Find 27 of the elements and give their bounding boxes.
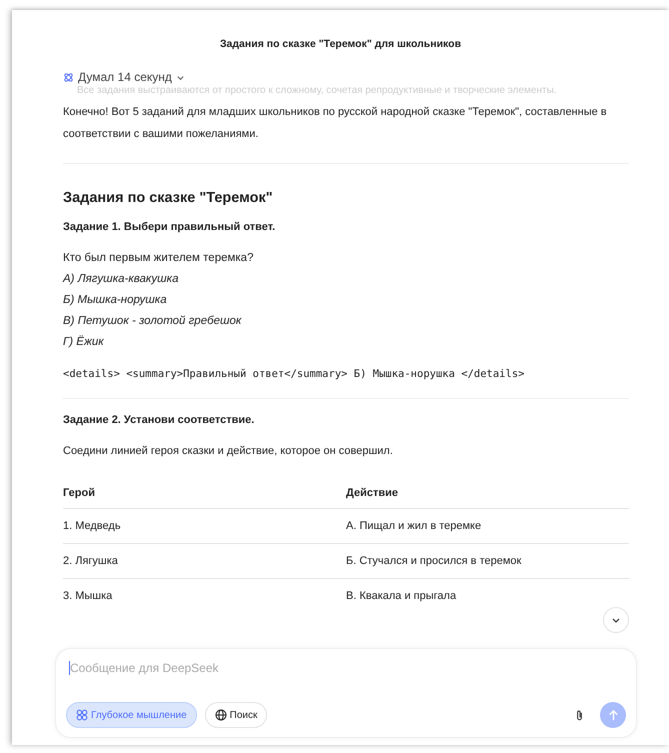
answer-option: В) Петушок - золотой гребешок: [63, 311, 629, 332]
instruction-text: Соедини линией героя сказки и действие, которое он совершил.: [63, 444, 394, 459]
table-cell: 3. Мышка: [63, 578, 346, 613]
intro-text: Конечно! Вот 5 заданий для младших школьников по русской народной сказке "Теремок", составленные в соответствии с вашими пожеланиями.: [63, 105, 608, 142]
section-heading: Задания по сказке "Теремок": [63, 190, 274, 206]
task-title: Задание 1. Выбери правильный ответ.: [63, 221, 276, 233]
task-title: Задание 2. Установи соответствие.: [63, 414, 256, 426]
message-input[interactable]: Сообщение для DeepSeek: [69, 661, 610, 675]
table-cell: 2. Лягушка: [63, 544, 346, 578]
window-title: Задания по сказке "Теремок" для школьников: [218, 37, 462, 52]
thinking-toggle[interactable]: Думал 14 секунд: [63, 70, 185, 84]
table-cell: Б. Стучался и просился в теремок: [346, 544, 629, 578]
answer-option: Б) Мышка-норушка: [63, 290, 629, 311]
circles-icon: [76, 709, 88, 721]
arrow-up-icon: [606, 708, 620, 722]
globe-icon: [214, 709, 227, 721]
code-text: <details> <summary>Правильный ответ</summary> Б) Мышка-норушка </details>: [63, 368, 526, 380]
question-text: Кто был первым жителем теремка?: [63, 251, 254, 266]
search-toggle[interactable]: Поиск: [204, 702, 268, 728]
column-header: Герой: [63, 478, 346, 508]
table-cell: 1. Медведь: [63, 508, 346, 544]
answer-option: Г) Ёжик: [63, 332, 629, 353]
scroll-down-button[interactable]: [603, 607, 629, 633]
answer-option: А) Лягушка-квакушка: [63, 269, 629, 290]
atom-icon: [63, 72, 74, 82]
column-header: Действие: [346, 478, 629, 508]
table-cell: А. Пищал и жил в теремке: [346, 508, 629, 544]
